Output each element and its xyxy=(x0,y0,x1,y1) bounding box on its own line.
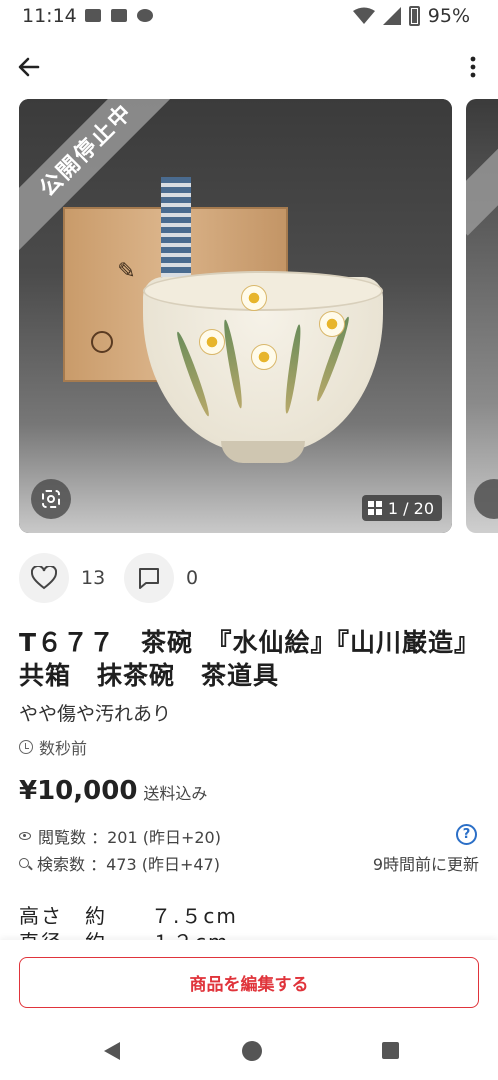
searches-stat: 検索数 ：473 (昨日+47) xyxy=(19,851,220,875)
wifi-icon xyxy=(352,7,375,24)
nav-home-icon[interactable] xyxy=(242,1041,262,1061)
status-time: 11:14 xyxy=(22,5,77,27)
nav-recents-icon[interactable] xyxy=(382,1042,399,1059)
battery-icon xyxy=(408,6,420,26)
battery-percent: 95% xyxy=(427,5,470,27)
updated-time: 9時間前に更新 xyxy=(372,855,479,874)
like-action[interactable]: 13 xyxy=(19,553,105,603)
help-icon[interactable]: ? xyxy=(456,824,477,845)
image-search-button-next[interactable] xyxy=(474,479,498,519)
shipping-note: 送料込み xyxy=(143,784,208,803)
news-icon xyxy=(111,9,127,22)
more-vert-icon[interactable] xyxy=(468,56,478,78)
item-price: ¥10,000 xyxy=(19,776,138,806)
next-photo[interactable]: 公 xyxy=(466,99,498,533)
heart-icon xyxy=(31,566,57,590)
grid-icon xyxy=(367,501,382,515)
description-line: 高さ 約 ７.５cm xyxy=(19,904,238,928)
item-title: T６７７ 茶碗 『水仙絵』『山川巌造』 共箱 抹茶碗 茶道具 xyxy=(19,628,494,690)
edit-item-button[interactable]: 商品を編集する xyxy=(19,957,479,1008)
comment-count: 0 xyxy=(186,567,199,589)
comment-icon xyxy=(139,568,159,589)
globe-icon xyxy=(137,9,153,22)
arrow-left-icon[interactable] xyxy=(16,54,42,80)
system-nav-bar xyxy=(0,1026,498,1080)
image-counter: 1 / 20 xyxy=(361,495,442,521)
search-icon xyxy=(19,858,29,868)
views-stat: 閲覧数 ：201 (昨日+20) xyxy=(19,824,221,848)
product-photo[interactable]: ✎ 公開停止中 1 / 20 xyxy=(19,99,452,533)
image-search-button[interactable] xyxy=(31,479,71,519)
clock-icon xyxy=(19,740,33,754)
nav-back-icon[interactable] xyxy=(104,1042,120,1060)
signal-icon xyxy=(382,7,401,25)
mail-icon xyxy=(85,9,101,22)
eye-icon xyxy=(19,832,31,840)
item-condition: やや傷や汚れあり xyxy=(19,703,172,725)
like-count: 13 xyxy=(81,567,106,589)
posted-time: 数秒前 xyxy=(19,735,87,759)
price-block: ¥10,000 送料込み xyxy=(19,776,207,806)
comment-action[interactable]: 0 xyxy=(124,553,198,603)
status-bar: 11:14 95% xyxy=(0,0,498,34)
